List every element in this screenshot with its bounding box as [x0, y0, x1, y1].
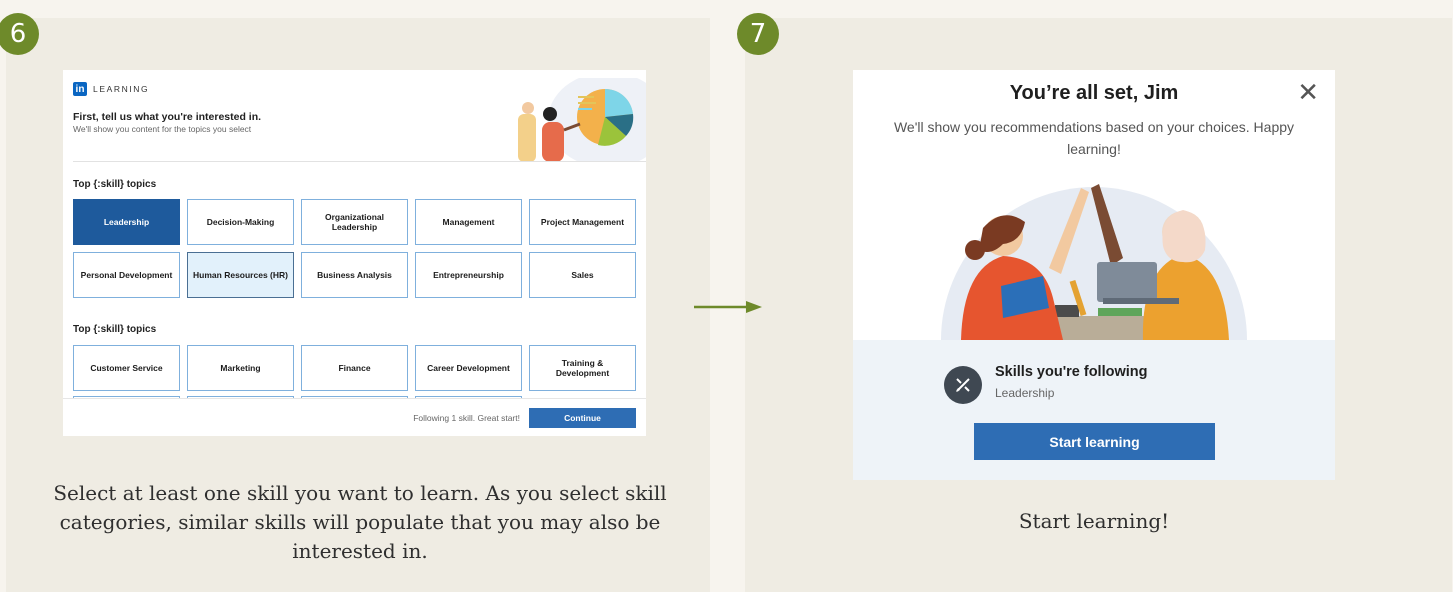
followed-skill-name: Leadership — [995, 386, 1055, 400]
onboarding-subtitle: We'll show you content for the topics yo… — [73, 124, 252, 134]
skill-chip-personal-development[interactable]: Personal Development — [73, 252, 180, 298]
confirmation-screenshot: You’re all set, Jim ✕ We'll show you rec… — [853, 70, 1335, 480]
skill-chip-management[interactable]: Management — [415, 199, 522, 245]
linkedin-learning-logo: in LEARNING — [73, 82, 149, 96]
linkedin-in-icon: in — [73, 82, 87, 96]
confirmation-subtitle: We'll show you recommendations based on … — [893, 119, 1295, 157]
step-7-caption: Start learning! — [1018, 509, 1170, 533]
step-7-badge: 7 — [737, 13, 779, 55]
start-learning-button[interactable]: Start learning — [974, 423, 1215, 460]
header-divider — [73, 161, 646, 162]
skills-following-title: Skills you're following — [995, 364, 1148, 380]
step-6-caption: Select at least one skill you want to le… — [53, 481, 667, 563]
skill-chip-human-resources[interactable]: Human Resources (HR) — [187, 252, 294, 298]
skills-summary: Skills you're following Leadership Start… — [853, 340, 1335, 480]
close-icon[interactable]: ✕ — [1297, 78, 1319, 108]
skill-chip-project-management[interactable]: Project Management — [529, 199, 636, 245]
presentation-illustration — [518, 78, 646, 162]
skill-chip-leadership[interactable]: Leadership — [73, 199, 180, 245]
selection-footer: Following 1 skill. Great start! Continue — [63, 398, 646, 436]
confirmation-title: You’re all set, Jim — [1009, 82, 1179, 104]
skill-chip-customer-service[interactable]: Customer Service — [73, 345, 180, 391]
skill-chip-organizational-leadership[interactable]: Organizational Leadership — [301, 199, 408, 245]
skill-selection-screenshot: in LEARNING First, tell us what you're i… — [63, 70, 646, 436]
following-status: Following 1 skill. Great start! — [413, 413, 520, 423]
section-title-2: Top {:skill} topics — [73, 324, 157, 335]
skill-chip-finance[interactable]: Finance — [301, 345, 408, 391]
skills-pencil-ruler-icon — [944, 366, 982, 404]
continue-button[interactable]: Continue — [529, 408, 636, 428]
onboarding-title: First, tell us what you're interested in… — [73, 111, 262, 123]
skill-chip-sales[interactable]: Sales — [529, 252, 636, 298]
skill-chip-marketing[interactable]: Marketing — [187, 345, 294, 391]
high-five-illustration — [941, 184, 1247, 340]
skill-chip-entrepreneurship[interactable]: Entrepreneurship — [415, 252, 522, 298]
logo-label: LEARNING — [93, 84, 150, 94]
section-title-1: Top {:skill} topics — [73, 179, 157, 190]
skill-chip-training-development[interactable]: Training & Development — [529, 345, 636, 391]
skill-chip-business-analysis[interactable]: Business Analysis — [301, 252, 408, 298]
skill-chip-decision-making[interactable]: Decision-Making — [187, 199, 294, 245]
skill-chip-career-development[interactable]: Career Development — [415, 345, 522, 391]
arrow-right-icon — [694, 301, 762, 313]
